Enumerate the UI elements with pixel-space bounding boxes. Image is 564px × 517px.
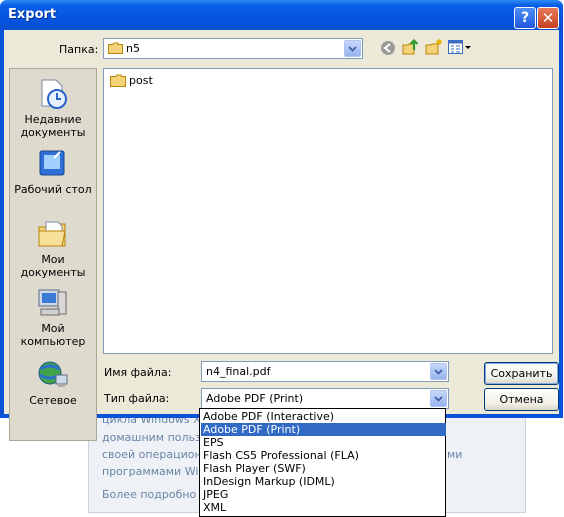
filetype-option[interactable]: EPS	[201, 436, 446, 449]
window-title: Export	[8, 7, 57, 22]
file-list[interactable]: post	[103, 68, 553, 354]
chevron-down-icon	[348, 46, 357, 52]
dialog-body: Папка: n5 Недавние документы Рабочий сто…	[4, 30, 559, 441]
filetype-option[interactable]: JPEG	[201, 488, 446, 501]
up-folder-icon[interactable]	[402, 38, 420, 56]
filetype-select[interactable]: Adobe PDF (Print)	[201, 388, 449, 409]
recent-documents-icon	[41, 79, 67, 109]
my-documents-icon	[38, 221, 66, 247]
place-label: Недавние	[24, 113, 82, 126]
export-dialog: Export ? ✕ Папка: n5 Недавние документы …	[0, 0, 563, 441]
chevron-down-icon	[434, 396, 443, 402]
my-computer-icon	[38, 289, 67, 316]
lookin-combobox[interactable]: n5	[103, 38, 363, 59]
place-label: компьютер	[20, 335, 86, 348]
folder-icon	[110, 74, 126, 87]
close-button[interactable]: ✕	[537, 7, 559, 29]
background-text-line: программами Winc	[102, 465, 212, 478]
new-folder-icon[interactable]	[425, 38, 443, 56]
filetype-option[interactable]: InDesign Markup (IDML)	[201, 475, 446, 488]
lookin-value: n5	[126, 42, 140, 55]
place-label: Мои документы	[20, 253, 86, 279]
place-label: Сетевое	[29, 394, 77, 407]
places-bar: Недавние документы Рабочий стол Мои доку…	[9, 68, 97, 441]
filename-dropdown-button[interactable]	[430, 363, 447, 380]
lookin-label: Папка:	[59, 43, 98, 56]
close-icon: ✕	[541, 9, 555, 27]
filename-value: n4_final.pdf	[206, 365, 271, 378]
filename-label: Имя файла:	[104, 366, 171, 379]
help-icon: ?	[520, 10, 530, 26]
filetype-option[interactable]: Flash Player (SWF)	[201, 462, 446, 475]
place-my-documents[interactable]: Мои документы	[10, 218, 96, 279]
back-icon[interactable]	[380, 40, 396, 56]
filetype-value: Adobe PDF (Print)	[206, 392, 304, 405]
place-label: документы	[20, 126, 86, 139]
lookin-dropdown-button[interactable]	[344, 40, 361, 57]
filetype-label: Тип файла:	[104, 392, 169, 405]
filename-label-text: Имя файла:	[104, 366, 172, 379]
place-network[interactable]: Сетевое	[10, 359, 96, 407]
filetype-dropdown-button[interactable]	[430, 390, 447, 407]
title-bar[interactable]: Export ? ✕	[0, 0, 563, 30]
lookin-label-text: Папка:	[59, 43, 99, 56]
chevron-down-icon	[434, 369, 443, 375]
view-menu-icon[interactable]	[448, 40, 472, 55]
background-text-line: Более подробно см	[102, 488, 215, 501]
desktop-icon	[39, 150, 65, 176]
help-button[interactable]: ?	[514, 7, 536, 29]
network-globe-icon	[38, 361, 68, 387]
place-my-computer[interactable]: Мой компьютер	[10, 287, 96, 348]
filename-input[interactable]: n4_final.pdf	[201, 361, 449, 382]
filetype-option[interactable]: XML	[201, 501, 446, 514]
place-desktop[interactable]: Рабочий стол	[10, 148, 96, 196]
cancel-button[interactable]: Отмена	[484, 388, 559, 411]
list-item[interactable]: post	[110, 74, 153, 90]
place-label: Мой	[41, 322, 65, 335]
background-text-fragment: ми	[447, 448, 463, 461]
filetype-option[interactable]: Flash CS5 Professional (FLA)	[201, 449, 446, 462]
file-name: post	[129, 74, 153, 87]
place-recent[interactable]: Недавние документы	[10, 78, 96, 139]
background-text-line: своей операционн	[102, 448, 209, 461]
place-label: Рабочий стол	[14, 183, 92, 196]
background-text-line: домашним пользов	[102, 431, 215, 444]
filetype-label-text: Тип файла:	[104, 392, 170, 405]
filetype-dropdown-list[interactable]: Adobe PDF (Interactive) Adobe PDF (Print…	[199, 408, 446, 517]
save-button[interactable]: Сохранить	[484, 362, 559, 385]
filetype-option[interactable]: Adobe PDF (Interactive)	[201, 410, 446, 423]
folder-icon	[108, 42, 123, 54]
filetype-option-selected[interactable]: Adobe PDF (Print)	[201, 423, 446, 436]
